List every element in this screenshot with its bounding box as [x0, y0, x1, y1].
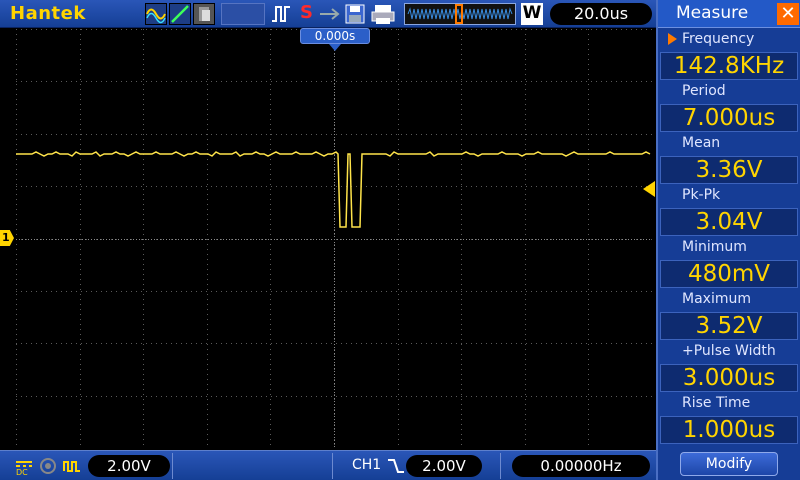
probe-icon[interactable] [62, 456, 82, 476]
trigger-level-value[interactable]: 2.00V [406, 455, 482, 477]
timebase-display[interactable]: 20.0us [550, 3, 652, 25]
brand-logo: Hantek [10, 3, 86, 24]
dc-coupling-icon[interactable]: DC [14, 456, 34, 477]
ch1-waveform [16, 151, 651, 228]
measure-label-rise-time: Rise Time [682, 395, 751, 411]
measure-panel-header: Measure ✕ [658, 0, 800, 28]
measure-label-mean: Mean [682, 135, 721, 151]
measure-value-minimum[interactable]: 480mV [660, 260, 798, 288]
waveform-mode-icon[interactable] [145, 3, 167, 25]
ch1-volts-per-div[interactable]: 2.00V [88, 455, 170, 477]
bottom-status-bar: DC 2.00V CH1 2.00V 0.00000Hz [0, 450, 656, 480]
measure-label-pulse-width: +Pulse Width [682, 343, 776, 359]
persist-mode-icon[interactable] [193, 3, 215, 25]
measure-value-period[interactable]: 7.000us [660, 104, 798, 132]
bandwidth-limit-icon[interactable] [38, 456, 58, 476]
top-status-bar: Hantek S W 20.0us [0, 0, 656, 28]
measure-value-maximum[interactable]: 3.52V [660, 312, 798, 340]
measure-label-maximum: Maximum [682, 291, 751, 307]
svg-text:DC: DC [16, 468, 28, 476]
save-icon[interactable] [344, 3, 366, 25]
measure-panel: Measure ✕ Frequency 142.8KHz Period 7.00… [656, 0, 800, 480]
ch1-level-marker[interactable]: 1 [0, 230, 14, 246]
usb-icon[interactable] [318, 3, 340, 25]
close-icon[interactable]: ✕ [777, 3, 799, 25]
measure-label-frequency: Frequency [682, 31, 755, 47]
zoom-window-icon[interactable]: W [521, 3, 543, 25]
measure-label-pk-pk: Pk-Pk [682, 187, 721, 203]
modify-button[interactable]: Modify [680, 452, 778, 476]
ramp-mode-icon[interactable] [169, 3, 191, 25]
measure-value-mean[interactable]: 3.36V [660, 156, 798, 184]
measure-label-period: Period [682, 83, 726, 99]
ch1-trace-line [16, 151, 651, 228]
measure-value-pk-pk[interactable]: 3.04V [660, 208, 798, 236]
memory-position-bar[interactable] [404, 3, 516, 25]
trigger-frequency-value: 0.00000Hz [512, 455, 650, 477]
status-blank-box [221, 3, 265, 25]
separator [500, 453, 501, 479]
printer-icon[interactable] [370, 3, 396, 25]
trigger-source-label: CH1 [352, 457, 382, 473]
run-stop-indicator: S [300, 2, 313, 23]
falling-edge-icon[interactable] [386, 456, 406, 476]
trigger-level-marker[interactable] [643, 181, 655, 197]
trigger-time-label[interactable]: 0.000s [300, 28, 370, 44]
waveform-display[interactable] [16, 29, 652, 448]
measure-value-pulse-width[interactable]: 3.000us [660, 364, 798, 392]
trigger-edge-icon[interactable] [270, 3, 292, 25]
separator [332, 453, 333, 479]
separator [172, 453, 173, 479]
measure-value-frequency[interactable]: 142.8KHz [660, 52, 798, 80]
trigger-position-marker[interactable] [329, 44, 341, 51]
measure-label-minimum: Minimum [682, 239, 747, 255]
measure-value-rise-time[interactable]: 1.000us [660, 416, 798, 444]
measure-title: Measure [676, 3, 749, 23]
